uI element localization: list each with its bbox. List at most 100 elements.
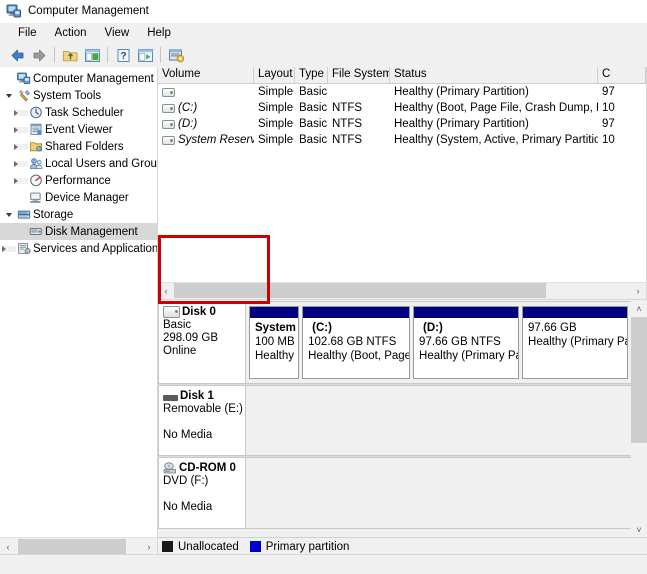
partition-status: Healthy (Primary Partiti — [419, 350, 518, 362]
tree-item-label: Device Manager — [45, 191, 129, 204]
legend-swatch-unallocated — [162, 541, 173, 552]
volume-type-cell: Basic — [299, 118, 328, 130]
expander-right-icon[interactable] — [2, 241, 16, 257]
volume-name-text: (D:) — [178, 118, 198, 130]
volume-drive-icon — [162, 135, 175, 145]
tree-item-services-and-applications[interactable]: Services and Applications — [0, 240, 157, 257]
disk-info-cd-rom-0: CD-ROM 0 DVD (F:) No Media — [158, 457, 246, 529]
scroll-down-arrow-icon[interactable]: ˅ — [631, 522, 647, 538]
expander-right-icon[interactable] — [14, 139, 28, 155]
table-row[interactable]: (D:) Simple Basic NTFS Healthy (Primary … — [158, 116, 646, 132]
volume-scroll-track[interactable] — [174, 283, 630, 299]
partition-label: (C:) — [312, 322, 332, 334]
scroll-left-arrow-icon[interactable]: ‹ — [158, 283, 174, 299]
expander-right-icon[interactable] — [14, 105, 28, 121]
tree-item-system-tools[interactable]: System Tools — [0, 87, 157, 104]
help-icon[interactable]: ? — [112, 45, 134, 65]
menu-bar: File Action View Help — [0, 23, 647, 43]
properties-icon[interactable] — [165, 45, 187, 65]
disk-management-icon — [28, 224, 45, 240]
volume-name-cell: (D:) — [158, 118, 254, 130]
disk-row-disk-0[interactable]: Disk 0 Basic 298.09 GB Online System 100… — [158, 301, 631, 385]
volume-list-horizontal-scrollbar[interactable]: ‹ › — [158, 282, 646, 299]
graphical-disk-view: Disk 0 Basic 298.09 GB Online System 100… — [158, 301, 647, 555]
volume-filesystem-cell: NTFS — [332, 118, 363, 130]
column-header-volume[interactable]: Volume — [158, 67, 254, 83]
partition-d-drive[interactable]: (D:) 97.66 GB NTFS Healthy (Primary Part… — [413, 306, 520, 379]
sidebar-item-disk-management[interactable]: Disk Management — [0, 223, 157, 240]
expander-right-icon[interactable] — [14, 156, 28, 172]
column-header-status[interactable]: Status — [390, 67, 598, 83]
menu-action[interactable]: Action — [46, 25, 96, 41]
disk-row-disk-1[interactable]: Disk 1 Removable (E:) No Media — [158, 385, 631, 457]
forward-arrow-icon[interactable] — [28, 45, 50, 65]
menu-help[interactable]: Help — [138, 25, 180, 41]
legend-label-unallocated: Unallocated — [178, 540, 239, 553]
disk-info-disk-1: Disk 1 Removable (E:) No Media — [158, 385, 246, 456]
cd-rom-0-partitions — [246, 457, 631, 529]
scroll-up-arrow-icon[interactable]: ˄ — [631, 301, 647, 317]
volume-name-text: (C:) — [178, 102, 198, 114]
volume-layout-cell: Simple — [258, 134, 294, 146]
tree-item-task-scheduler[interactable]: Task Scheduler — [0, 104, 157, 121]
partition-bar — [523, 307, 628, 318]
status-bar — [0, 554, 647, 574]
table-row[interactable]: System Reserved Simple Basic NTFS Health… — [158, 132, 646, 148]
volume-type-cell: Basic — [299, 134, 328, 146]
disk-name: Disk 1 — [180, 390, 214, 402]
tree-item-device-manager[interactable]: Device Manager — [0, 189, 157, 206]
disk-spacer — [163, 488, 245, 501]
partition-system-reserved[interactable]: System 100 MB Healthy — [249, 306, 300, 379]
tree-item-shared-folders[interactable]: Shared Folders — [0, 138, 157, 155]
volume-scroll-thumb[interactable] — [174, 283, 546, 298]
scroll-left-arrow-icon[interactable]: ‹ — [0, 539, 16, 555]
menu-file[interactable]: File — [9, 25, 46, 41]
show-hide-console-tree-icon[interactable] — [81, 45, 103, 65]
tree-item-local-users-and-groups[interactable]: Local Users and Groups — [0, 155, 157, 172]
show-action-pane-icon[interactable] — [134, 45, 156, 65]
sidebar-scroll-thumb[interactable] — [18, 538, 126, 554]
expander-down-icon[interactable] — [2, 88, 16, 104]
disk-type: Removable (E:) — [163, 403, 243, 415]
expander-right-icon[interactable] — [14, 173, 28, 189]
tree-item-storage[interactable]: Storage — [0, 206, 157, 223]
console-tree: Computer Management (Local System Tools — [0, 67, 157, 538]
console-tree-pane: Computer Management (Local System Tools — [0, 67, 158, 555]
partition-unlabeled[interactable]: 97.66 GB Healthy (Primary Partiti — [522, 306, 629, 379]
expander-right-icon[interactable] — [14, 122, 28, 138]
vertical-scroll-thumb[interactable] — [631, 317, 647, 443]
toolbar-separator-1 — [54, 47, 55, 63]
column-header-type[interactable]: Type — [295, 67, 328, 83]
tree-item-performance[interactable]: Performance — [0, 172, 157, 189]
tree-item-event-viewer[interactable]: Event Viewer — [0, 121, 157, 138]
expander-none — [14, 224, 28, 240]
title-bar: Computer Management — [0, 0, 647, 23]
tree-item-computer-management[interactable]: Computer Management (Local — [0, 70, 157, 87]
scroll-right-arrow-icon[interactable]: › — [630, 283, 646, 299]
disk-title-row: Disk 0 — [163, 306, 245, 318]
disk-capacity: 298.09 GB — [163, 332, 218, 344]
sidebar-horizontal-scrollbar[interactable]: ‹ › — [0, 537, 157, 555]
column-header-capacity[interactable]: C — [598, 67, 646, 83]
sidebar-scroll-track[interactable] — [16, 538, 141, 555]
expander-down-icon[interactable] — [2, 207, 16, 223]
table-row[interactable]: (C:) Simple Basic NTFS Healthy (Boot, Pa… — [158, 100, 646, 116]
menu-view[interactable]: View — [96, 25, 139, 41]
legend-label-primary-partition: Primary partition — [265, 540, 350, 553]
up-folder-icon[interactable] — [59, 45, 81, 65]
column-header-layout[interactable]: Layout — [254, 67, 295, 83]
back-arrow-icon[interactable] — [6, 45, 28, 65]
disk-row-cd-rom-0[interactable]: CD-ROM 0 DVD (F:) No Media — [158, 457, 631, 529]
tree-item-label: Local Users and Groups — [45, 157, 157, 170]
table-row[interactable]: Simple Basic Healthy (Primary Partition)… — [158, 84, 646, 100]
disk-title-row: Disk 1 — [163, 390, 245, 402]
disk-spacer — [163, 416, 245, 429]
volume-name-cell: System Reserved — [158, 134, 254, 146]
partition-c-drive[interactable]: (C:) 102.68 GB NTFS Healthy (Boot, Page … — [302, 306, 411, 379]
graphical-view-vertical-scrollbar[interactable]: ˄ ˅ — [631, 301, 647, 538]
partition-size: 100 MB — [255, 336, 295, 348]
scroll-right-arrow-icon[interactable]: › — [141, 539, 157, 555]
volume-status-cell: Healthy (Primary Partition) — [394, 86, 529, 98]
partition-size: 97.66 GB NTFS — [419, 336, 501, 348]
column-header-file-system[interactable]: File System — [328, 67, 390, 83]
